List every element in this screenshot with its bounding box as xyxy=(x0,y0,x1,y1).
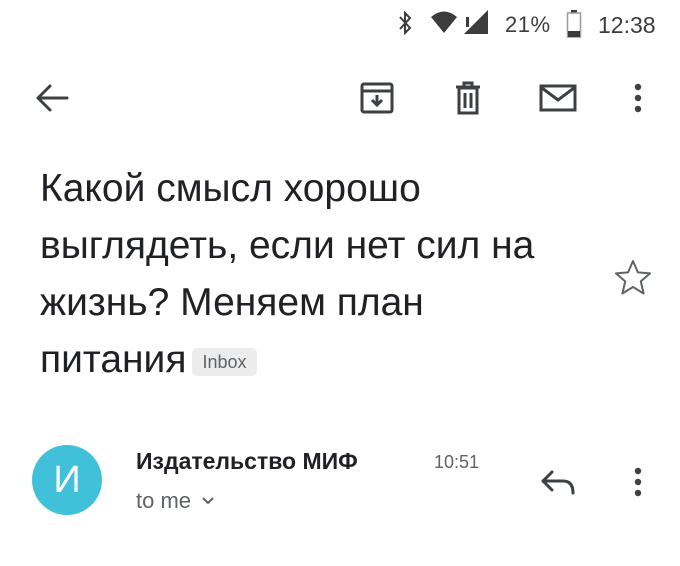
mark-unread-button[interactable] xyxy=(536,76,580,120)
email-subject-block: Какой смысл хорошо выглядеть, если нет с… xyxy=(40,160,560,388)
status-time: 12:38 xyxy=(598,12,656,38)
trash-icon xyxy=(453,80,483,116)
sender-name: Издательство МИФ xyxy=(136,448,358,474)
email-time: 10:51 xyxy=(434,452,480,472)
more-options-button[interactable] xyxy=(616,76,660,120)
mark-unread-icon xyxy=(539,83,577,113)
battery-icon xyxy=(566,9,582,39)
inbox-label-chip[interactable]: Inbox xyxy=(192,347,257,376)
toolbar xyxy=(0,70,680,126)
back-arrow-icon xyxy=(35,83,69,113)
reply-icon xyxy=(539,468,577,496)
archive-icon xyxy=(359,81,395,115)
recipient-details-toggle[interactable]: to me xyxy=(136,488,215,514)
signal-icon xyxy=(462,9,492,35)
reply-button[interactable] xyxy=(534,462,582,502)
email-subject: Какой смысл хорошо выглядеть, если нет с… xyxy=(40,167,535,381)
more-vert-icon xyxy=(634,83,642,113)
star-button[interactable] xyxy=(613,258,653,298)
battery-percentage: 21% xyxy=(505,12,551,37)
status-bar: 21% 12:38 xyxy=(0,0,680,46)
sender-avatar[interactable]: И xyxy=(32,445,102,515)
wifi-icon xyxy=(430,9,458,35)
chevron-down-icon xyxy=(201,496,215,506)
recipient-label: to me xyxy=(136,488,192,513)
back-button[interactable] xyxy=(30,76,74,120)
archive-button[interactable] xyxy=(355,76,399,120)
more-vert-icon xyxy=(634,467,642,497)
star-icon xyxy=(613,258,653,298)
bluetooth-icon xyxy=(398,9,412,37)
message-more-options-button[interactable] xyxy=(616,460,660,504)
delete-button[interactable] xyxy=(446,76,490,120)
